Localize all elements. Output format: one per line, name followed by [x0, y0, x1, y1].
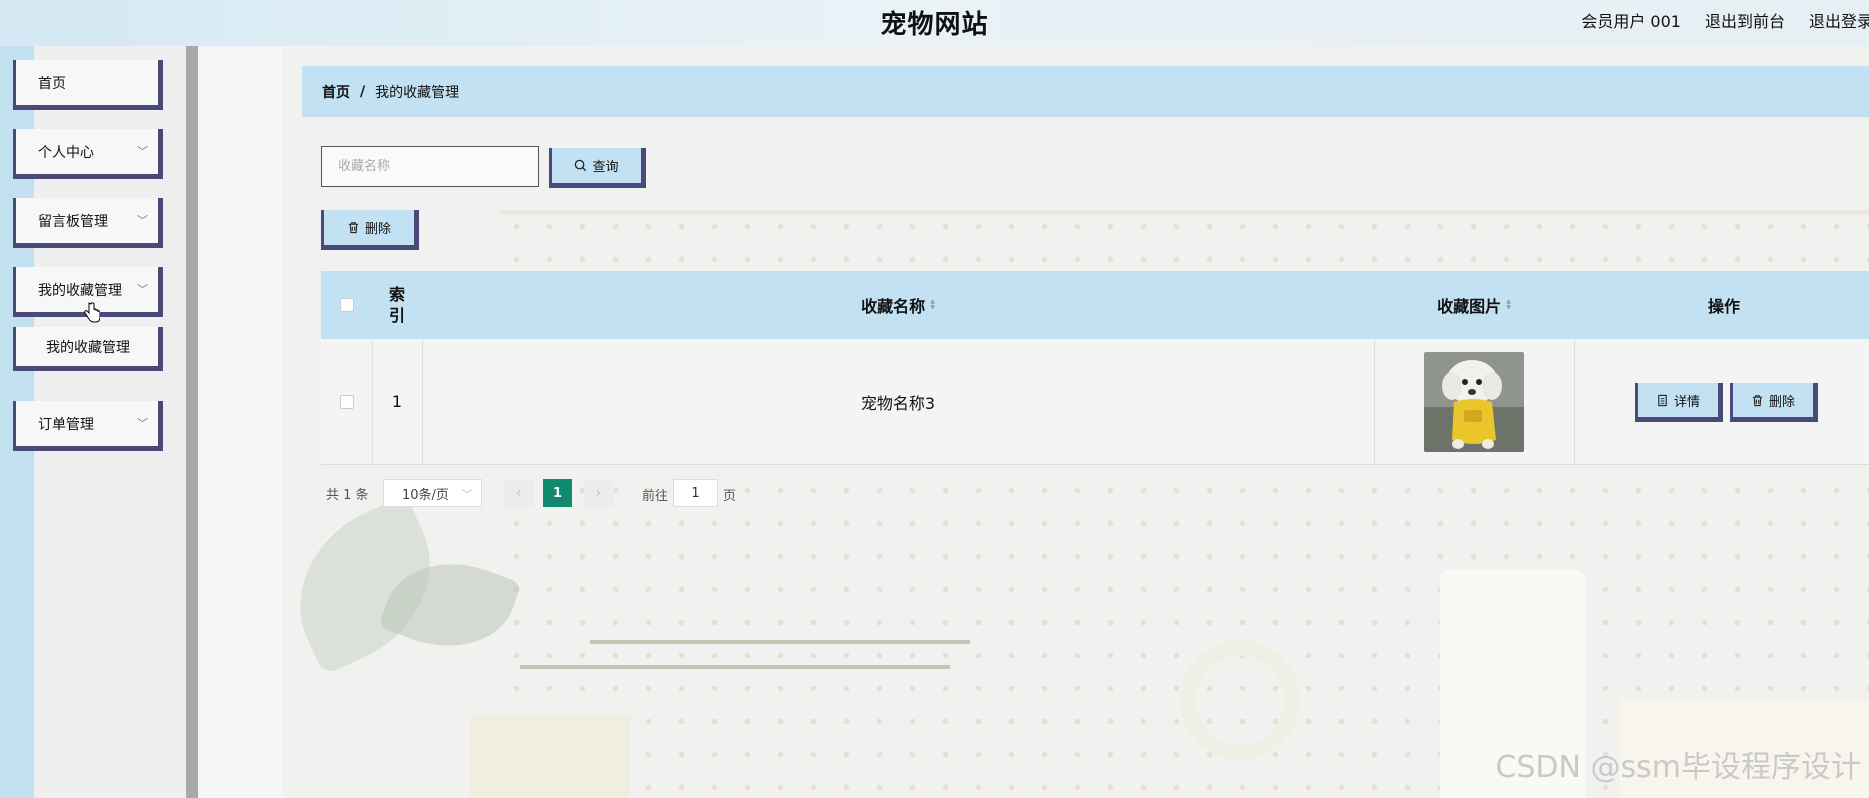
background-ring	[1180, 640, 1300, 760]
header-select-cell	[321, 271, 372, 339]
sidebar-item-label: 订单管理	[38, 416, 94, 433]
breadcrumb-current: 我的收藏管理	[375, 84, 460, 101]
chevron-down-icon: ﹀	[137, 283, 148, 296]
row-checkbox[interactable]	[339, 394, 354, 409]
sidebar-item-message-board[interactable]: 留言板管理 ﹀	[13, 198, 163, 248]
row-name: 宠物名称3	[860, 393, 936, 413]
chevron-down-icon: ﹀	[137, 417, 148, 430]
search-button[interactable]: 查询	[549, 148, 646, 188]
submenu-item-favorites[interactable]: 我的收藏管理	[13, 327, 163, 371]
background-shelf	[520, 665, 950, 669]
goto-page-input[interactable]	[673, 479, 718, 507]
column-header-name: 收藏名称	[861, 297, 926, 316]
total-count: 共 1 条	[326, 487, 369, 503]
background-block	[470, 715, 630, 798]
breadcrumb: 首页 / 我的收藏管理	[302, 66, 1869, 117]
header-actions-cell: 操作	[1574, 271, 1869, 339]
sidebar-item-label: 个人中心	[38, 144, 94, 161]
header-index-cell: 索引	[372, 271, 422, 339]
search-button-label: 查询	[592, 160, 619, 175]
goto-label: 前往	[642, 489, 669, 504]
sidebar-item-label: 留言板管理	[38, 213, 108, 230]
column-header-index: 索引	[388, 285, 405, 325]
search-icon	[575, 159, 587, 172]
batch-delete-button[interactable]: 删除	[321, 210, 419, 250]
prev-page-button[interactable]: ‹	[504, 479, 533, 507]
sidebar-item-home[interactable]: 首页	[13, 60, 163, 110]
search-input[interactable]	[321, 146, 539, 187]
sidebar-item-orders[interactable]: 订单管理 ﹀	[13, 401, 163, 451]
chevron-down-icon: ﹀	[137, 145, 148, 158]
trash-icon	[348, 222, 359, 234]
chevron-down-icon: ﹀	[462, 490, 472, 501]
column-header-actions: 操作	[1707, 297, 1740, 316]
detail-button-label: 详情	[1673, 394, 1700, 410]
row-delete-label: 删除	[1768, 394, 1795, 410]
row-delete-button[interactable]: 删除	[1730, 383, 1818, 422]
row-name-cell: 宠物名称3	[422, 339, 1374, 464]
sidebar-item-label: 我的收藏管理	[38, 282, 122, 299]
detail-button[interactable]: 详情	[1635, 383, 1723, 422]
column-header-image: 收藏图片	[1437, 297, 1502, 316]
header-actions: 会员用户 001 退出到前台 退出登录	[1581, 8, 1869, 32]
next-page-button[interactable]: ›	[584, 479, 613, 507]
page-number-button[interactable]: 1	[543, 479, 572, 507]
user-label[interactable]: 会员用户 001	[1581, 8, 1681, 32]
sort-icon[interactable]: ▲ ▼	[1506, 299, 1511, 311]
favorites-table: 索引 收藏名称 ▲ ▼ 收藏图片 ▲ ▼ 操作 1 宠物名称3	[321, 271, 1869, 465]
pagination-total: 共 1 条	[326, 479, 369, 507]
sort-icon[interactable]: ▲ ▼	[930, 299, 935, 311]
sidebar-item-personal-center[interactable]: 个人中心 ﹀	[13, 129, 163, 179]
exit-to-frontend-link[interactable]: 退出到前台	[1705, 8, 1785, 32]
top-header: 宠物网站 会员用户 001 退出到前台 退出登录	[0, 0, 1869, 46]
header-name-cell[interactable]: 收藏名称 ▲ ▼	[422, 271, 1374, 339]
row-index: 1	[391, 392, 403, 411]
content-gutter	[198, 46, 282, 798]
chevron-right-icon: ›	[595, 485, 602, 501]
sidebar-divider	[186, 46, 198, 798]
page-size-value: 10条/页	[402, 487, 449, 503]
background-shelf	[590, 640, 970, 644]
batch-delete-label: 删除	[364, 222, 391, 237]
current-page: 1	[552, 485, 563, 501]
chevron-left-icon: ‹	[515, 485, 522, 501]
breadcrumb-home[interactable]: 首页	[322, 82, 350, 102]
goto-suffix: 页	[723, 489, 737, 504]
submenu-item-label: 我的收藏管理	[46, 339, 130, 356]
trash-icon	[1752, 394, 1763, 406]
row-image-cell	[1374, 339, 1574, 464]
row-select-cell	[321, 339, 372, 464]
sidebar-item-label: 首页	[38, 75, 66, 92]
select-all-checkbox[interactable]	[339, 298, 354, 312]
table-header: 索引 收藏名称 ▲ ▼ 收藏图片 ▲ ▼ 操作	[321, 271, 1869, 339]
header-image-cell[interactable]: 收藏图片 ▲ ▼	[1374, 271, 1574, 339]
document-icon	[1658, 394, 1667, 406]
watermark: CSDN @ssm毕设程序设计	[1495, 750, 1861, 785]
pet-photo[interactable]	[1424, 351, 1524, 452]
page-size-select[interactable]: 10条/页 ﹀	[383, 479, 482, 507]
chevron-down-icon: ﹀	[137, 214, 148, 227]
row-index-cell: 1	[372, 339, 422, 464]
hand-cursor-icon	[84, 302, 100, 323]
breadcrumb-separator: /	[360, 83, 366, 100]
logout-link[interactable]: 退出登录	[1809, 8, 1869, 32]
